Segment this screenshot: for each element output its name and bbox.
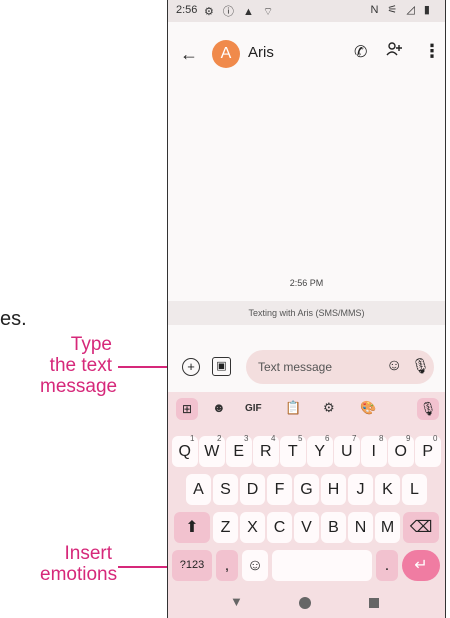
backspace-key[interactable]: ⌫	[403, 512, 439, 543]
sticker-icon[interactable]: ☻	[212, 400, 226, 415]
key-number-hint: 1	[190, 434, 195, 443]
message-input[interactable]: Text message ☺ 🎙	[246, 350, 434, 384]
key-number-hint: 7	[352, 434, 357, 443]
key-number-hint: 6	[325, 434, 330, 443]
callout-insert-emotions: Insert emotions	[40, 543, 118, 585]
period-key[interactable]: .	[376, 550, 398, 581]
key-j[interactable]: J	[348, 474, 373, 505]
theme-palette-icon[interactable]: 🎨	[360, 400, 376, 416]
status-bar: 2:56 ⚙ ⓘ ▲ ⌔ N ⚟ ◿ ▮	[168, 0, 445, 22]
more-options-icon[interactable]: ⋮	[423, 41, 441, 62]
cut-off-text: es.	[0, 308, 27, 330]
status-left-icons: ⚙ ⓘ ▲ ⌔	[204, 6, 277, 18]
compose-bar: + ▣ Text message ☺ 🎙	[168, 340, 445, 392]
key-number-hint: 0	[433, 434, 438, 443]
key-number-hint: 3	[244, 434, 249, 443]
space-key[interactable]	[272, 550, 372, 581]
key-m[interactable]: M	[375, 512, 400, 543]
status-time: 2:56	[176, 4, 198, 16]
message-placeholder: Text message	[258, 360, 333, 374]
conversation-header: ← A Aris ✆ ⋮	[168, 22, 445, 82]
nav-back-icon[interactable]: ▼	[230, 594, 243, 609]
key-u[interactable]: U7	[334, 434, 360, 467]
key-t[interactable]: T5	[280, 434, 306, 467]
key-b[interactable]: B	[321, 512, 346, 543]
key-p[interactable]: P0	[415, 434, 441, 467]
voice-input-icon[interactable]: 🎙	[417, 398, 439, 420]
symbols-key[interactable]: ?123	[172, 550, 212, 581]
key-c[interactable]: C	[267, 512, 292, 543]
key-number-hint: 4	[271, 434, 276, 443]
avatar[interactable]: A	[212, 40, 240, 68]
key-number-hint: 2	[217, 434, 222, 443]
keyboard-toolbar: ⊞ ☻ GIF 📋 ⚙ 🎨 🎙	[168, 392, 445, 428]
status-right-icons: N ⚟ ◿ ▮	[370, 4, 433, 16]
key-y[interactable]: Y6	[307, 434, 333, 467]
gallery-icon[interactable]: ▣	[212, 357, 231, 376]
message-timestamp: 2:56 PM	[289, 278, 324, 288]
key-h[interactable]: H	[321, 474, 346, 505]
key-number-hint: 5	[298, 434, 303, 443]
clipboard-icon[interactable]: 📋	[285, 400, 301, 416]
key-e[interactable]: E3	[226, 434, 252, 467]
key-d[interactable]: D	[240, 474, 265, 505]
nav-home-icon[interactable]	[299, 597, 311, 609]
key-k[interactable]: K	[375, 474, 400, 505]
enter-key[interactable]: ↵	[402, 550, 440, 581]
settings-icon[interactable]: ⚙	[323, 400, 335, 416]
contact-name[interactable]: Aris	[248, 44, 274, 61]
back-arrow-icon[interactable]: ←	[180, 44, 198, 65]
add-attachment-icon[interactable]: +	[182, 358, 200, 376]
key-q[interactable]: Q1	[172, 434, 198, 467]
key-z[interactable]: Z	[213, 512, 238, 543]
key-a[interactable]: A	[186, 474, 211, 505]
key-g[interactable]: G	[294, 474, 319, 505]
apps-grid-icon[interactable]: ⊞	[176, 398, 198, 420]
key-x[interactable]: X	[240, 512, 265, 543]
add-contact-icon[interactable]	[386, 42, 403, 61]
key-i[interactable]: I8	[361, 434, 387, 467]
microphone-icon[interactable]: 🎙	[411, 357, 430, 375]
callout-type-message: Type the text message	[40, 334, 118, 397]
emoji-key[interactable]: ☺	[242, 550, 268, 581]
emoji-icon[interactable]: ☺	[386, 357, 402, 375]
texting-info: Texting with Aris (SMS/MMS)	[168, 301, 445, 325]
key-v[interactable]: V	[294, 512, 319, 543]
key-s[interactable]: S	[213, 474, 238, 505]
key-number-hint: 9	[406, 434, 411, 443]
navigation-bar: ▼	[168, 588, 445, 618]
key-o[interactable]: O9	[388, 434, 414, 467]
phone-screen: 2:56 ⚙ ⓘ ▲ ⌔ N ⚟ ◿ ▮ ← A Aris ✆ ⋮ 2:56 P…	[167, 0, 446, 618]
nav-recents-icon[interactable]	[369, 598, 379, 608]
key-f[interactable]: F	[267, 474, 292, 505]
phone-call-icon[interactable]: ✆	[354, 42, 367, 62]
key-w[interactable]: W2	[199, 434, 225, 467]
shift-key[interactable]: ⬆	[174, 512, 210, 543]
key-n[interactable]: N	[348, 512, 373, 543]
key-r[interactable]: R4	[253, 434, 279, 467]
add-contact-svg	[386, 42, 402, 56]
gif-button[interactable]: GIF	[245, 403, 262, 414]
key-number-hint: 8	[379, 434, 384, 443]
keyboard: ⊞ ☻ GIF 📋 ⚙ 🎨 🎙 Q1W2E3R4T5Y6U7I8O9P0 ASD…	[168, 392, 445, 618]
comma-key[interactable]: ,	[216, 550, 238, 581]
key-l[interactable]: L	[402, 474, 427, 505]
